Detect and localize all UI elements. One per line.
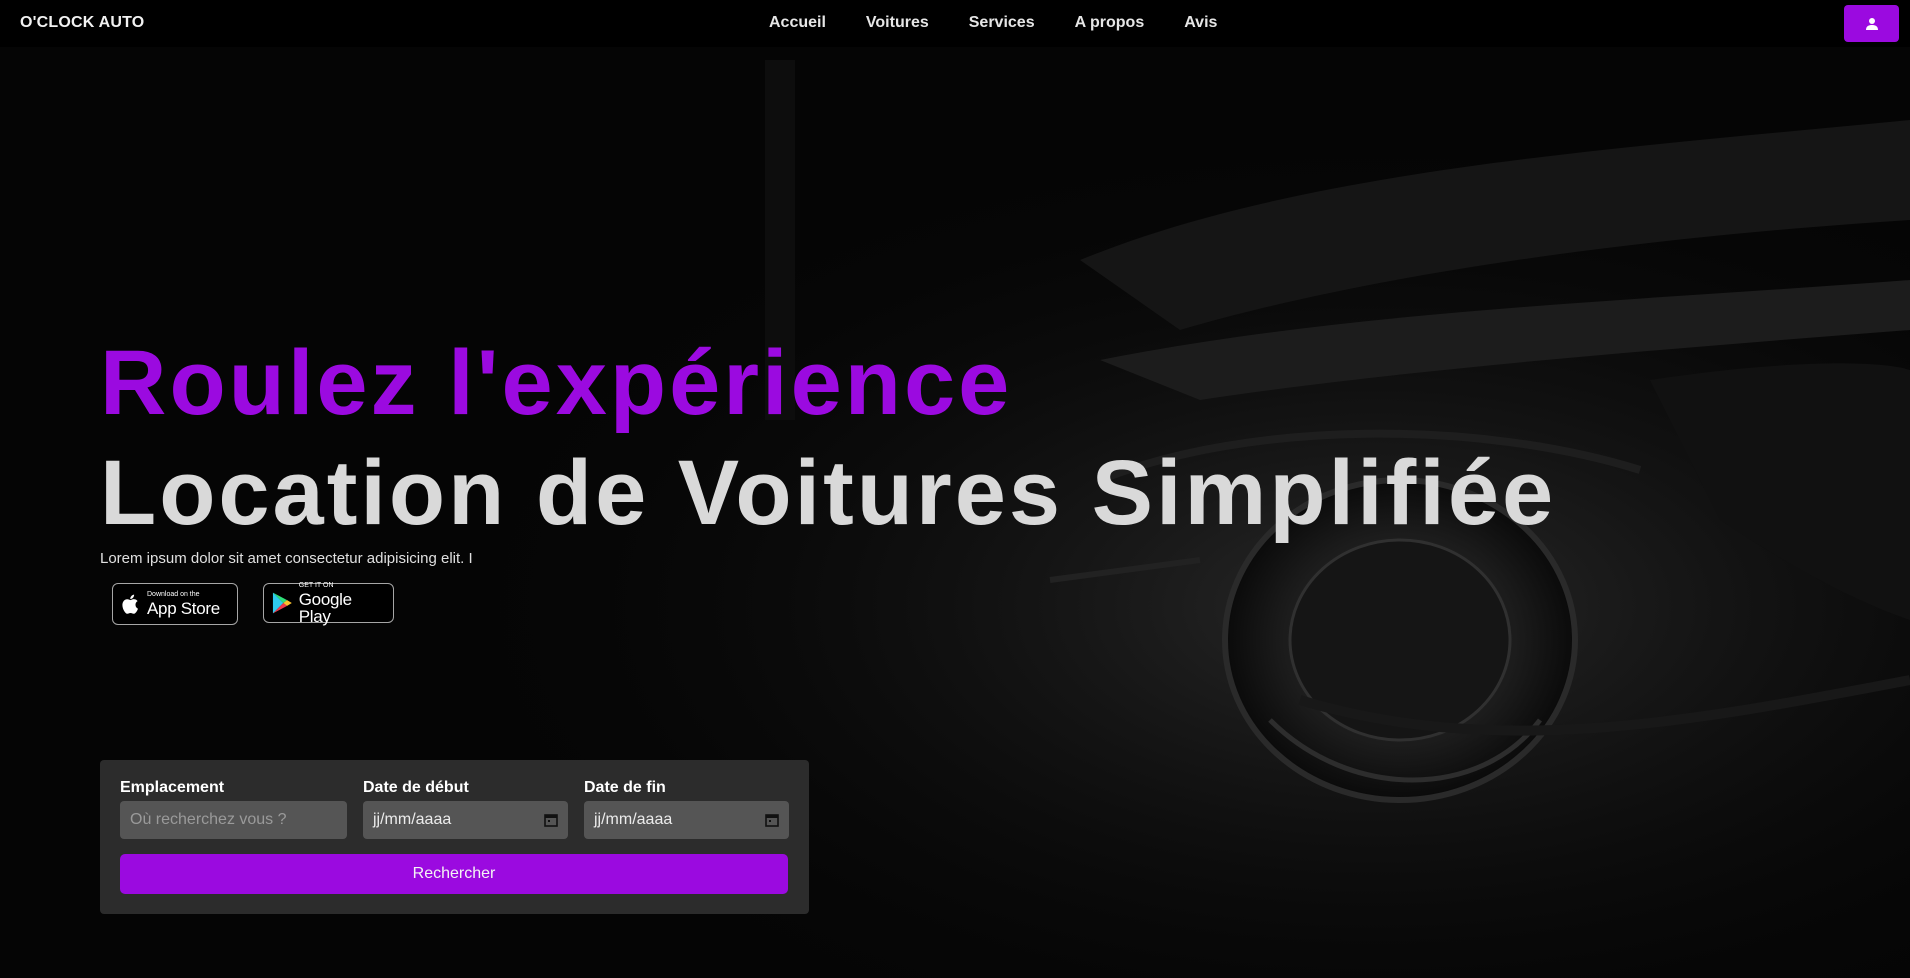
end-date-field-group: Date de fin jj/mm/aaaa xyxy=(584,779,789,839)
calendar-icon[interactable] xyxy=(544,813,558,827)
search-button[interactable]: Rechercher xyxy=(120,854,788,894)
brand-logo[interactable]: O'CLOCK AUTO xyxy=(20,14,144,32)
end-date-label: Date de fin xyxy=(584,779,666,796)
app-store-small-text: Download on the xyxy=(147,591,200,598)
start-date-value: jj/mm/aaaa xyxy=(373,811,452,828)
start-date-label: Date de début xyxy=(363,779,469,796)
start-date-input[interactable]: jj/mm/aaaa xyxy=(363,801,568,839)
app-store-badge[interactable]: Download on the App Store xyxy=(112,583,238,625)
apple-icon xyxy=(122,594,138,614)
search-panel: Emplacement Où recherchez vous ? Date de… xyxy=(100,760,809,914)
hero-section: Roulez l'expérience Location de Voitures… xyxy=(100,328,1556,625)
nav-link-avis[interactable]: Avis xyxy=(1184,14,1217,32)
google-play-icon xyxy=(272,592,292,614)
app-badges: Download on the App Store GET IT ON Goog… xyxy=(112,581,1556,626)
calendar-icon[interactable] xyxy=(765,813,779,827)
google-play-small-text: GET IT ON xyxy=(298,581,334,589)
hero-subtitle: Lorem ipsum dolor sit amet consectetur a… xyxy=(100,550,473,567)
google-play-big-text: Google Play xyxy=(298,589,352,626)
user-icon xyxy=(1865,17,1878,30)
nav-link-accueil[interactable]: Accueil xyxy=(769,14,826,32)
hero-title-main: Location de Voitures Simplifiée xyxy=(100,442,1557,544)
location-field-group: Emplacement Où recherchez vous ? xyxy=(120,779,347,839)
end-date-value: jj/mm/aaaa xyxy=(594,811,673,828)
start-date-field-group: Date de début jj/mm/aaaa xyxy=(363,779,568,839)
nav-link-a-propos[interactable]: A propos xyxy=(1075,14,1145,32)
nav-link-services[interactable]: Services xyxy=(969,14,1035,32)
user-account-button[interactable] xyxy=(1844,5,1899,42)
nav-link-voitures[interactable]: Voitures xyxy=(866,14,929,32)
location-label: Emplacement xyxy=(120,779,225,796)
location-placeholder: Où recherchez vous ? xyxy=(130,811,287,828)
location-input[interactable]: Où recherchez vous ? xyxy=(120,801,347,839)
top-navbar: O'CLOCK AUTO Accueil Voitures Services A… xyxy=(0,0,1910,47)
hero-title-accent: Roulez l'expérience xyxy=(100,332,1013,434)
end-date-input[interactable]: jj/mm/aaaa xyxy=(584,801,789,839)
app-store-big-text: App Store xyxy=(147,599,220,618)
nav-links: Accueil Voitures Services A propos Avis xyxy=(769,14,1257,32)
google-play-badge[interactable]: GET IT ON Google Play xyxy=(263,581,394,626)
